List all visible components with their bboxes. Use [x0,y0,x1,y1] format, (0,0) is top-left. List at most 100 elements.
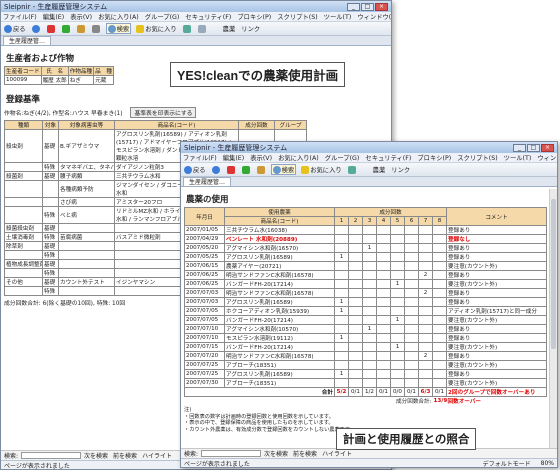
history-button[interactable] [182,24,193,33]
usage-product[interactable]: アグロスリン乳剤(16589) [224,297,335,307]
menu-item[interactable]: ブロキシ(P) [237,12,271,21]
usage-product[interactable]: ホクコーアディオン乳剤(15939) [224,306,335,316]
usage-product[interactable]: アグマイシン水和剤(16570) [224,243,335,253]
menu-item[interactable]: ツール(T) [504,153,532,162]
stop-button[interactable] [46,24,57,33]
usage-product[interactable]: 明治サンドファンC水和剤(16578) [224,288,335,298]
link-button[interactable]: リンク [390,165,411,174]
usage-count-cell [348,297,363,307]
menu-item[interactable]: セキュリティ(F) [365,153,411,162]
usage-product[interactable]: アグロスリン乳剤(16589) [224,369,335,379]
tab-active[interactable]: 生産履歴管… [183,177,232,186]
close-icon[interactable]: × [375,2,388,11]
maximize-icon[interactable]: □ [527,143,540,152]
minimize-icon[interactable]: _ [347,2,360,11]
total-count-cell: 0/1 [431,387,448,397]
registration-cell: B.ギアザミウマ [58,129,115,163]
menu-item[interactable]: スクリプト(S) [277,12,317,21]
refresh-button[interactable] [241,165,252,174]
find-next-button[interactable]: 次を検索 [264,449,288,458]
favorites-button[interactable]: お気に入り [135,24,177,33]
usage-product[interactable]: アブローチ(18351) [224,378,335,388]
menu-item[interactable]: グループ(G) [145,12,180,21]
grower-cell: ねぎ [67,75,95,85]
menu-item[interactable]: ウィンドウ(W) [357,12,391,21]
scrollbar-thumb[interactable] [551,199,556,349]
home-button[interactable] [76,24,87,33]
tab-active[interactable]: 生産履歴管… [3,36,52,45]
title-bar[interactable]: Sleipnir - 生産履歴管理システム _ □ × [181,142,557,153]
menu-item[interactable]: ツール(T) [324,12,352,21]
menu-item[interactable]: スクリプト(S) [457,153,497,162]
usage-product[interactable]: 明治サンドファンC水和剤(16578) [224,270,335,280]
kijun-button[interactable]: 基準表を印表示にする [130,107,197,118]
menu-item[interactable]: 表示(V) [250,153,272,162]
scrollbar[interactable] [549,189,557,448]
usage-date: 2007/07/05 [184,315,225,325]
menu-item[interactable]: ウィンドウ(W) [537,153,557,162]
usage-product[interactable]: アグロスリン乳剤(16589) [224,252,335,262]
usage-product[interactable]: バンガードFH-20(17214) [224,279,335,289]
find-highlight-button[interactable]: ハイライト [142,451,172,460]
zoom-level[interactable]: 80% [541,460,554,467]
usage-date: 2007/07/15 [184,342,225,352]
mail-button[interactable] [197,24,208,33]
find-input[interactable] [21,452,82,459]
back-button[interactable]: 戻る [183,165,207,174]
favorites-button[interactable]: お気に入り [300,165,342,174]
menu-item[interactable]: ブロキシ(P) [417,153,451,162]
menu-item[interactable]: 編集(E) [223,153,245,162]
print-button[interactable] [91,24,102,33]
menu-item[interactable]: お気に入り(A) [278,153,319,162]
menu-item[interactable]: セキュリティ(F) [185,12,231,21]
usage-product[interactable]: バンガードFH-20(17214) [224,342,335,352]
search-button[interactable]: 検索 [105,23,132,34]
usage-row: 2007/06/25 明治サンドファンC水和剤(16578) 2 登録あり [184,270,548,280]
title-bar[interactable]: Sleipnir - 生産履歴管理システム _ □ × [1,1,391,12]
usage-product[interactable]: 明治サンドファンC水和剤(16578) [224,351,335,361]
forward-button[interactable] [211,165,222,174]
find-prev-button[interactable]: 前を検索 [113,451,137,460]
usage-count-cell [334,360,349,370]
usage-count-cell [348,324,363,334]
usage-count-cell [390,351,405,361]
maximize-icon[interactable]: □ [361,2,374,11]
menu-item[interactable]: お気に入り(A) [98,12,139,21]
usage-product[interactable]: モスピラン水溶剤(19112) [224,333,335,343]
usage-count-cell [362,234,377,244]
usage-product[interactable]: 三共チウラム水(16038) [224,225,335,235]
menu-item[interactable]: グループ(G) [325,153,360,162]
menu-item[interactable]: ファイル(F) [183,153,217,162]
find-prev-button[interactable]: 前を検索 [293,449,317,458]
usage-row: 2007/06/15 農薬アイヤー(20721) 要注意(カウント外) [184,261,548,271]
usage-product[interactable]: アグマイシン水和剤(10570) [224,324,335,334]
col-product-sub: 商品名(コード) [224,216,335,226]
menu-item[interactable]: ファイル(F) [3,12,37,21]
usage-product[interactable]: アブローチ(18351) [224,360,335,370]
menu-item[interactable]: 表示(V) [70,12,92,21]
usage-date: 2007/07/25 [184,360,225,370]
back-button[interactable]: 戻る [3,24,27,33]
menu-item[interactable]: 編集(E) [43,12,65,21]
usage-count-cell [348,243,363,253]
history-button[interactable] [347,165,358,174]
ichiran-button[interactable]: 農薬 [222,24,237,33]
minimize-icon[interactable]: _ [513,143,526,152]
search-button[interactable]: 検索 [270,164,297,175]
usage-product[interactable]: バンガードFH-20(17214) [224,315,335,325]
usage-count-cell [362,369,377,379]
home-button[interactable] [256,165,267,174]
close-icon[interactable]: × [541,143,554,152]
registration-header-cell: 対象病害虫等 [58,120,115,130]
stop-button[interactable] [226,165,237,174]
find-highlight-button[interactable]: ハイライト [322,449,352,458]
usage-product[interactable]: 農薬アイヤー(20721) [224,261,335,271]
find-input[interactable] [201,450,262,457]
usage-product[interactable]: ベンレート 水和剤(20889) [224,234,335,244]
forward-button[interactable] [31,24,42,33]
find-next-button[interactable]: 次を検索 [84,451,108,460]
link-button[interactable]: リンク [240,24,261,33]
usage-count-cell [404,351,419,361]
refresh-button[interactable] [61,24,72,33]
ichiran-button[interactable]: 農薬 [372,165,387,174]
